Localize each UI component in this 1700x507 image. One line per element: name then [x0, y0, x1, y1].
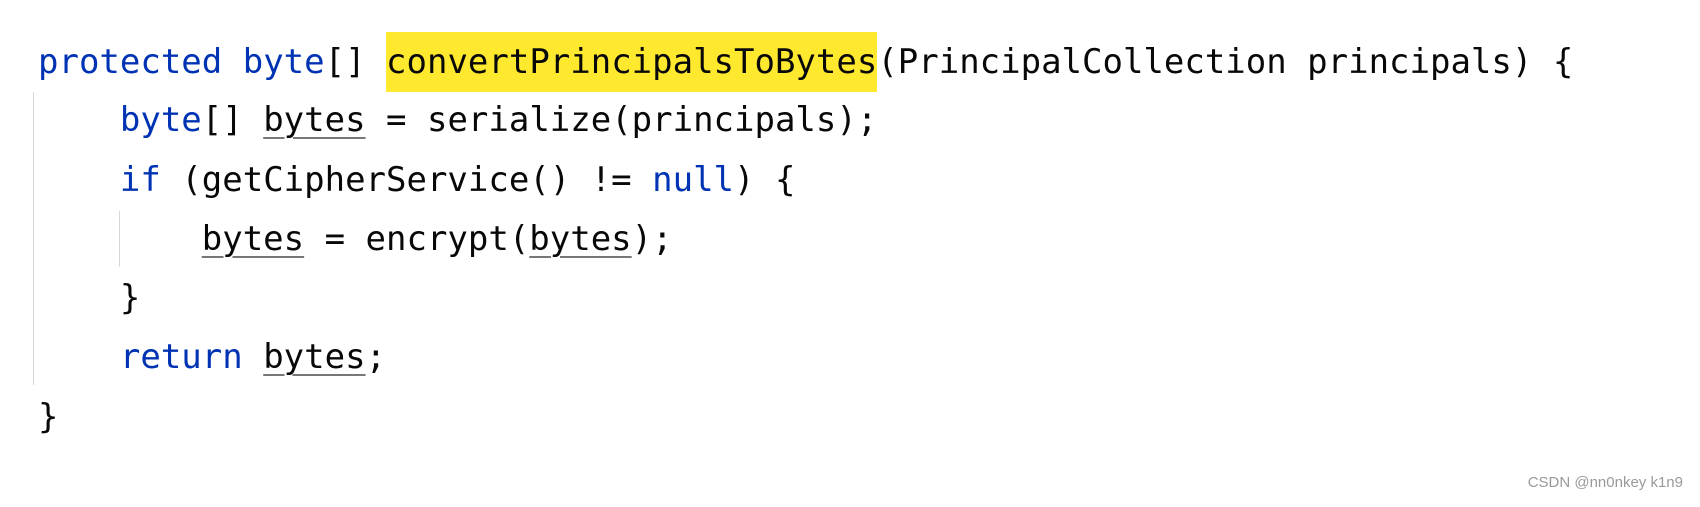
code-token: ;	[365, 337, 387, 378]
code-line: if (getCipherService() != null) {	[38, 151, 1573, 210]
code-line: protected byte[] convertPrincipalsToByte…	[38, 32, 1574, 92]
code-line: }	[38, 269, 1573, 328]
code-token: );	[631, 218, 673, 259]
code-token: ) {	[734, 159, 796, 200]
variable-token: bytes	[201, 218, 305, 259]
indent-guide-method	[33, 92, 34, 385]
code-token: }	[38, 278, 141, 319]
variable-token: bytes	[263, 100, 366, 141]
code-token: (getCipherService() !=	[160, 159, 653, 200]
highlighted-method-name: convertPrincipalsToBytes	[386, 32, 878, 92]
keyword-token: if	[119, 159, 161, 200]
code-line: bytes = encrypt(bytes);	[38, 210, 1573, 269]
keyword-token: return	[119, 337, 243, 378]
keyword-token: byte	[119, 100, 202, 141]
code-token: = serialize(principals);	[365, 100, 878, 141]
code-token: (PrincipalCollection principals) {	[877, 42, 1574, 82]
variable-token: bytes	[529, 218, 632, 259]
code-line: }	[38, 388, 1573, 447]
code-token: = encrypt(	[304, 218, 530, 259]
code-line: byte[] bytes = serialize(principals);	[38, 91, 1573, 150]
variable-token: bytes	[263, 337, 366, 378]
keyword-token: byte	[242, 42, 325, 82]
code-token: []	[324, 42, 387, 82]
code-token: }	[38, 396, 59, 437]
code-editor[interactable]: protected byte[] convertPrincipalsToByte…	[38, 32, 1573, 447]
watermark: CSDN @nn0nkey k1n9	[1527, 474, 1683, 491]
code-token: []	[201, 100, 264, 141]
keyword-token: null	[652, 159, 735, 200]
code-line: return bytes;	[38, 328, 1573, 387]
keyword-token: protected	[38, 42, 223, 82]
